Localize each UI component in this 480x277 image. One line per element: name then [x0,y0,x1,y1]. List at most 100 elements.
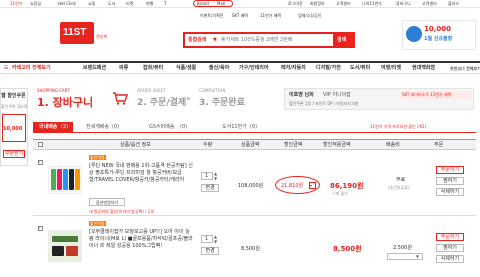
top-link-hotclick[interactable]: Hot Click [58,1,76,6]
row1-delete-button[interactable]: 삭제하기 [436,188,464,196]
th-product: 상품/옵션 정보 [120,142,151,148]
row1-qty-value: 1 [205,173,209,179]
row2-qty-down-icon[interactable]: ▼ [214,239,217,244]
nav-clothing[interactable]: 의류 [119,65,128,71]
promo-label: 1월 신규출항 [424,36,453,42]
top-link-book[interactable]: 도서 [108,1,115,6]
row1-img-swatch-3 [63,169,68,190]
row1-product-name[interactable]: [루딘 NEW 국내 판매용 1위-고품격 탄공카탐] 신상 짱초특가-루딘 프… [89,163,194,184]
row2-img-swatch-2 [52,246,64,256]
top-right-my11st[interactable]: 나의11번가 [362,1,382,6]
row1-discount-detail-arrow: ▾ [310,183,313,188]
row2-product-name[interactable]: [오무클레이잡가 모질모고를 UP!!] 오아 아이 실봉 라이너(M로 L) … [89,229,194,250]
row1-img-swatch-4 [69,169,74,190]
row1-qty-change-button[interactable]: 변경 [201,184,219,192]
row1-qty-down-icon[interactable]: ▼ [214,176,217,181]
row2-img-swatch-1 [52,236,78,242]
top-right-cart[interactable]: 장바구니 [396,1,411,6]
row2-qty-value: 1 [205,236,209,242]
row2-badge: 할인적용 [89,221,106,226]
side-coupon-button[interactable]: 쿠폰받기 [3,150,25,158]
search-input[interactable] [221,35,331,45]
top-right-member[interactable]: 회원정보 [310,1,325,6]
cart-icon [113,92,128,105]
top-link-shop[interactable]: 쇼핑 [88,1,95,6]
top-link-11st[interactable]: 11번가 [10,1,22,6]
row2-price: 8,500원 [241,246,260,252]
th-order: 주문 [434,142,444,148]
row1-option-button[interactable]: 옵션변경하기 [89,198,125,206]
row1-order-button[interactable]: 주문하기 [436,166,464,174]
nav-leisure[interactable]: 레저/자동차 [281,65,306,71]
row2-shipping-select-arrow: ▼ [416,254,420,259]
row2-final: 8,500원 [333,245,362,253]
row1-badge: 할인적용 [89,155,106,160]
step1-en: SHOPPING CART [37,88,70,93]
logo-text: 11ST [63,27,87,38]
search-button-label: 검색 [337,37,347,43]
row2-wish-button[interactable]: 찜하기 [436,244,464,252]
nav-recommend[interactable]: 추천코너 전체보기 [450,66,480,71]
gnb-event[interactable]: 이벤트/기획전 [200,13,223,18]
tab-global[interactable]: 전세계배송 [86,124,109,130]
tab-domestic-label: 국내배송 [39,124,58,130]
row1-shipping-note: (조건부무료) [388,185,410,190]
step2-label: 2. 주문/결제 [137,98,187,108]
row1-wish-button[interactable]: 찜하기 [436,177,464,185]
top-link-travel[interactable]: 여행 [146,1,153,6]
nav-baby[interactable]: 출산/육아 [209,65,229,71]
nav-furniture[interactable]: 가구/인테리어 [239,65,268,71]
tab-global-count: (0) [112,124,120,130]
nav-hyundai[interactable]: 현대백화점 [412,65,435,71]
row1-price: 108,000원 [238,183,264,189]
tab-books-count: (0) [250,124,258,130]
step3-label: 3. 주문완료 [199,98,245,108]
side-coupon-title: 웹 할인쿠폰 [1,93,26,99]
top-link-ticket[interactable]: 티켓 [126,1,133,6]
search-category[interactable]: 통합검색 [188,37,206,43]
row1-discount: 21,810원 [281,183,304,189]
top-right-plus[interactable]: 플러스 [448,1,459,6]
nav-category-all[interactable]: 카테고리 전체보기 [12,65,51,71]
gnb-11st-benefit[interactable]: 11번가 혜택 [260,13,281,18]
top-link-brand[interactable]: Brand [197,1,209,6]
th-qty: 수량 [203,142,213,148]
user-benefit: 할인쿠폰 1장 / 포인트 0P / 마일리지 0원 [289,101,359,106]
nav-brand-fashion[interactable]: 브랜드패션 [83,65,106,71]
step3-en: COMPLETION [199,88,226,93]
step-arrow-1: ▶ [187,96,191,102]
row2-order-button[interactable]: 주문하기 [436,233,464,241]
th-discount: 할인금액 [284,142,303,148]
nav-digital[interactable]: 디지털/가전 [316,65,341,71]
nav-food[interactable]: 식품/생활 [176,65,196,71]
row2-qty-change-button[interactable]: 변경 [201,247,219,255]
top-right-cs[interactable]: 고객센터 [336,1,351,6]
row2-check-mark: ✓ [38,225,42,230]
gnb-skt[interactable]: SKT 혜택 [232,13,248,18]
row2-img-swatch-3 [66,246,78,256]
nav-books[interactable]: 도서/취미 [350,65,370,71]
tab-gs[interactable]: GS수퍼배송 [149,124,174,130]
gnb-seller[interactable]: 업체/소상공인 [298,13,321,18]
step2-en: ORDER SHEET [137,88,166,93]
tab-books[interactable]: 도서11번가 [222,124,247,130]
top-right-logout[interactable]: 로그아웃 [288,1,303,6]
top-link-t[interactable]: T [164,1,166,6]
user-grade: VIP 이나이잡 [323,92,351,98]
th-final: 할인적용금액 [323,142,351,148]
nav-beauty[interactable]: 잡화/뷰티 [143,65,163,71]
search-category-arrow[interactable]: ▼ [213,37,217,43]
th-shipping: 배송비 [386,142,400,148]
row2-delete-button[interactable]: 삭제하기 [436,255,464,263]
row1-img-swatch-1 [51,169,56,190]
select-all-checkbox[interactable] [38,142,43,147]
nav-travel[interactable]: 여행/티켓 [381,65,401,71]
tab-gs-count: (0) [180,124,188,130]
row1-check-mark: ✓ [38,159,42,164]
top-link-shocking[interactable]: 쇼킹딜 [30,1,41,6]
nav-all-category[interactable]: ☰ [4,65,8,71]
tab-domestic-count: (2) [61,124,69,130]
top-link-mall[interactable]: Mall [217,1,225,6]
top-right-help[interactable]: 고객센터 [422,1,437,6]
promo-notice[interactable]: 11번가 가격 프로모션 할인 (AD) [370,124,426,129]
